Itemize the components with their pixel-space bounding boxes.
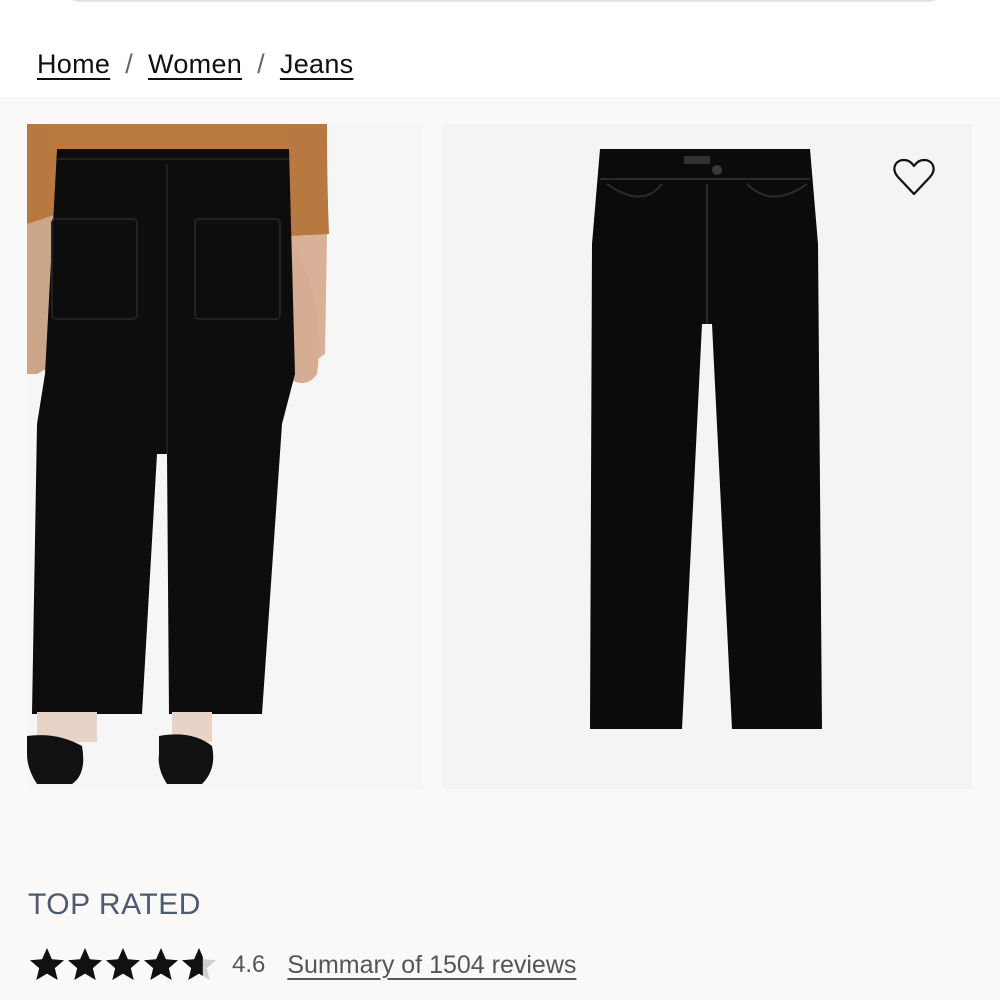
product-area — [0, 97, 1000, 1000]
heart-outline-icon — [893, 158, 935, 196]
top-rated-badge: TOP RATED — [28, 888, 201, 921]
breadcrumb-jeans-link[interactable]: Jeans — [280, 49, 354, 80]
star-icon — [106, 948, 140, 980]
breadcrumb-women-link[interactable]: Women — [148, 49, 242, 80]
product-image-model-back[interactable] — [27, 124, 422, 789]
model-back-illustration — [27, 124, 422, 789]
star-rating — [28, 946, 218, 984]
star-icon — [182, 948, 216, 980]
search-bar[interactable] — [64, 0, 944, 2]
rating-value: 4.6 — [232, 951, 266, 978]
star-icon — [144, 948, 178, 980]
breadcrumb-home-link[interactable]: Home — [37, 49, 110, 80]
star-icon — [30, 948, 64, 980]
breadcrumb-separator: / — [257, 48, 265, 79]
breadcrumb: Home / Women / Jeans — [37, 44, 353, 84]
jeans-flat-illustration — [442, 124, 972, 789]
breadcrumb-separator: / — [125, 48, 134, 79]
star-icon — [68, 948, 102, 980]
reviews-summary-link[interactable]: Summary of 1504 reviews — [287, 951, 576, 980]
product-image-flat[interactable] — [442, 124, 972, 789]
wishlist-heart-button[interactable] — [890, 155, 938, 199]
rating-row: 4.6 Summary of 1504 reviews — [28, 943, 576, 987]
